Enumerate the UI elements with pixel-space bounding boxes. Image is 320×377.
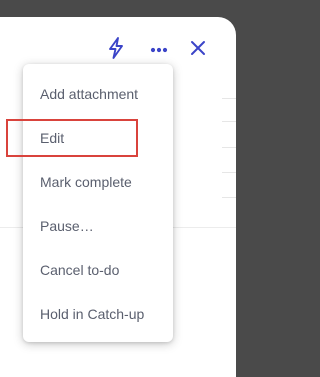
close-icon[interactable] bbox=[188, 37, 208, 59]
row-divider bbox=[222, 197, 236, 198]
row-divider bbox=[222, 172, 236, 173]
lightning-icon[interactable] bbox=[106, 37, 126, 59]
menu-item-pause[interactable]: Pause… bbox=[23, 204, 173, 248]
more-options-icon[interactable] bbox=[148, 37, 170, 59]
row-divider bbox=[222, 147, 236, 148]
row-divider bbox=[222, 98, 236, 99]
menu-item-cancel-todo[interactable]: Cancel to-do bbox=[23, 248, 173, 292]
menu-item-hold-in-catch-up[interactable]: Hold in Catch-up bbox=[23, 292, 173, 336]
actions-menu: Add attachment Edit Mark complete Pause…… bbox=[23, 64, 173, 342]
row-divider bbox=[222, 121, 236, 122]
menu-item-mark-complete[interactable]: Mark complete bbox=[23, 160, 173, 204]
menu-item-add-attachment[interactable]: Add attachment bbox=[23, 72, 173, 116]
menu-item-edit[interactable]: Edit bbox=[23, 116, 173, 160]
